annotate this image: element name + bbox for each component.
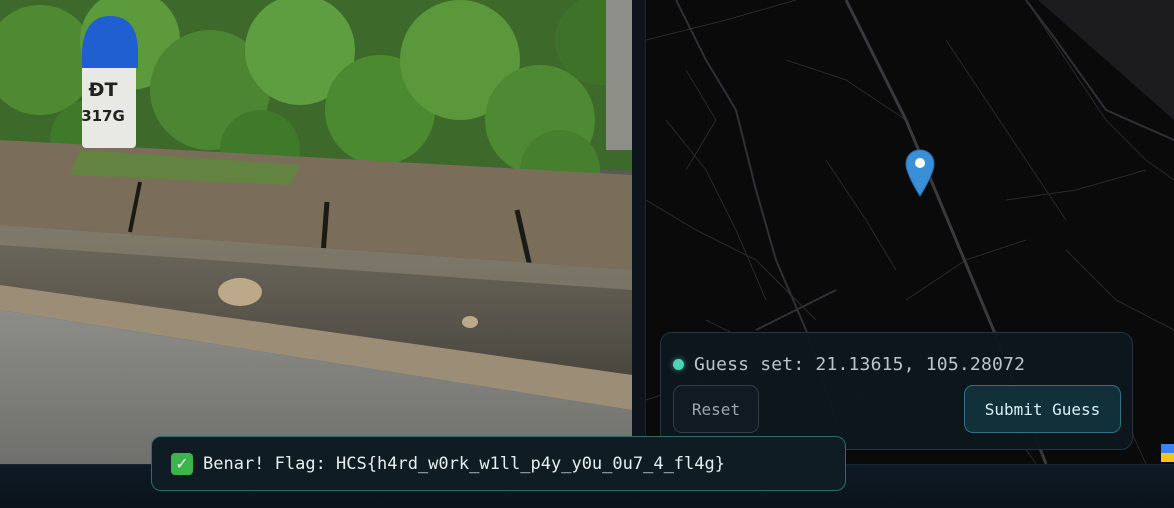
milestone-line1: ĐT [89, 79, 118, 101]
guess-panel: Guess set: 21.13615, 105.28072 Reset Sub… [660, 332, 1133, 450]
result-toast: ✓ Benar! Flag: HCS{h4rd_w0rk_w1ll_p4y_y0… [151, 436, 846, 491]
milestone-line2: 317G [81, 107, 125, 125]
submit-guess-button[interactable]: Submit Guess [964, 385, 1121, 433]
guess-status: Guess set: 21.13615, 105.28072 [673, 353, 1025, 375]
status-dot-icon [673, 358, 684, 370]
check-icon: ✓ [171, 452, 193, 475]
street-view-photo[interactable]: ĐT 317G [0, 0, 632, 464]
reset-button[interactable]: Reset [673, 385, 759, 433]
guess-status-text: Guess set: 21.13615, 105.28072 [694, 353, 1026, 375]
panel-divider[interactable] [632, 0, 646, 464]
toast-message: Benar! Flag: HCS{h4rd_w0rk_w1ll_p4y_y0u_… [203, 453, 725, 474]
map-attribution-flag [1161, 444, 1174, 462]
map-pin-icon[interactable] [905, 149, 935, 197]
